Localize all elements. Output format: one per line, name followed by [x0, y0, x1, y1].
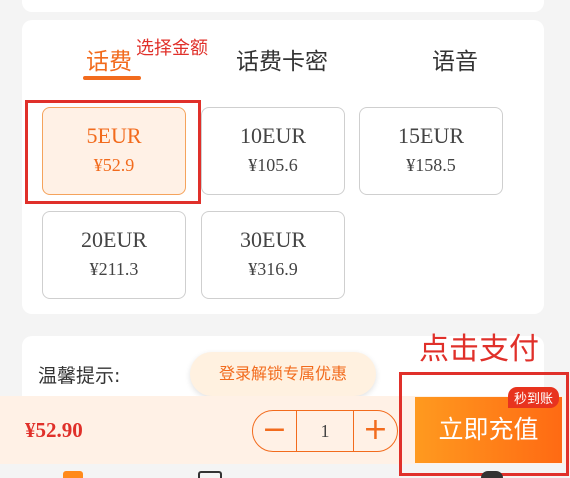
- total-price: ¥52.90: [25, 418, 83, 442]
- option-amount: 20EUR: [81, 227, 147, 252]
- login-promo-button[interactable]: 登录解锁专属优惠: [190, 352, 376, 396]
- nav-home-icon[interactable]: [63, 471, 83, 478]
- option-20eur[interactable]: 20EUR ¥211.3: [42, 211, 186, 299]
- minus-icon[interactable]: −: [253, 411, 297, 451]
- active-tab-underline: [83, 76, 141, 80]
- option-price: ¥105.6: [248, 155, 298, 175]
- tab-voice[interactable]: 语音: [432, 42, 478, 76]
- nav-profile-icon[interactable]: [481, 471, 503, 478]
- option-amount: 10EUR: [240, 123, 306, 148]
- option-amount: 30EUR: [240, 227, 306, 252]
- plus-icon[interactable]: +: [353, 411, 397, 451]
- tips-label: 温馨提示:: [38, 365, 121, 387]
- option-amount: 15EUR: [398, 123, 464, 148]
- tab-phone-card[interactable]: 话费卡密: [236, 42, 328, 76]
- nav-orders-icon[interactable]: [198, 471, 222, 478]
- option-30eur[interactable]: 30EUR ¥316.9: [201, 211, 345, 299]
- option-price: ¥211.3: [89, 259, 139, 279]
- annotation-box-selected-option: [25, 100, 201, 204]
- option-15eur[interactable]: 15EUR ¥158.5: [359, 107, 503, 195]
- top-card: [22, 0, 544, 12]
- annotation-select-amount: 选择金额: [136, 38, 208, 59]
- annotation-click-pay: 点击支付: [419, 332, 539, 367]
- quantity-stepper: − 1 +: [252, 410, 398, 452]
- option-price: ¥316.9: [248, 259, 298, 279]
- option-10eur[interactable]: 10EUR ¥105.6: [201, 107, 345, 195]
- option-price: ¥158.5: [406, 155, 456, 175]
- tab-phone-bill[interactable]: 话费: [86, 42, 132, 76]
- quantity-value[interactable]: 1: [297, 411, 353, 451]
- annotation-box-pay-button: [399, 372, 569, 476]
